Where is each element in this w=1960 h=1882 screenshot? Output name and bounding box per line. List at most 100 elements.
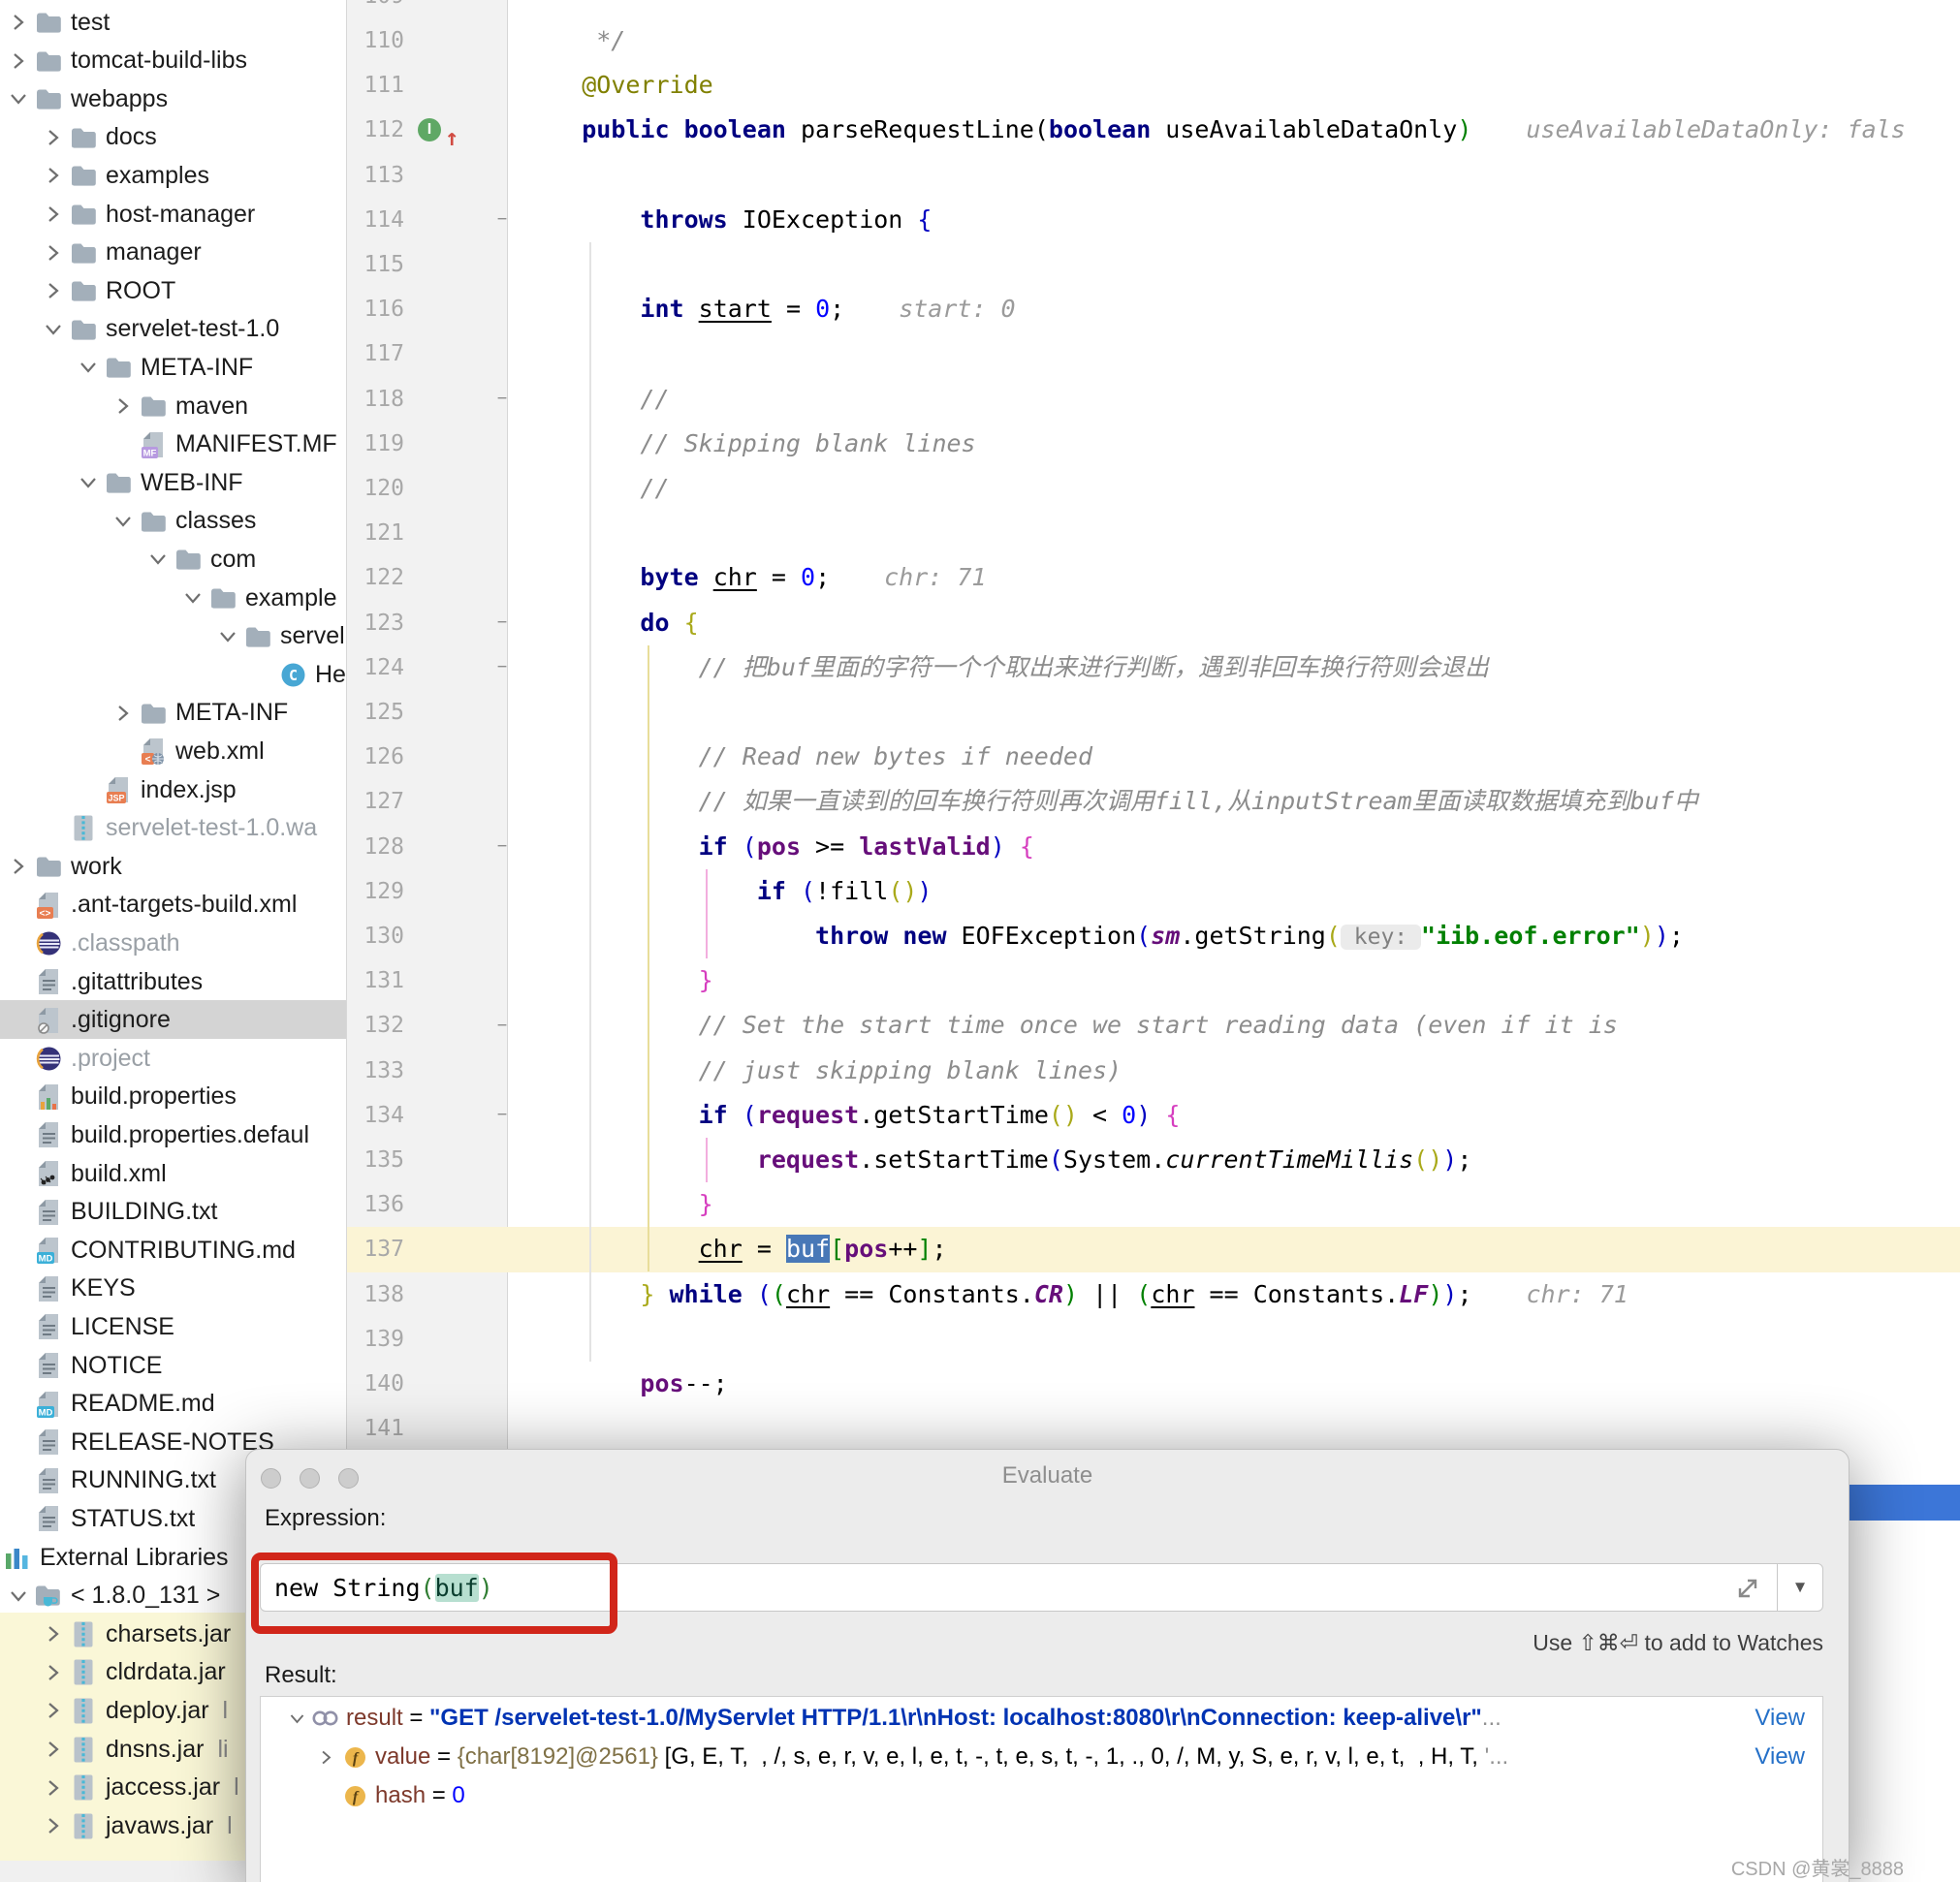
tree-chevron-icon[interactable] bbox=[4, 47, 33, 76]
tree-item-root[interactable]: ROOT bbox=[0, 271, 347, 310]
tree-item-.classpath[interactable]: .classpath bbox=[0, 924, 347, 962]
tree-chevron-icon[interactable] bbox=[74, 468, 103, 497]
code-line-134[interactable]: 134− if (request.getStartTime() < 0) { bbox=[346, 1093, 1960, 1138]
tree-item-license[interactable]: LICENSE bbox=[0, 1307, 347, 1346]
code-line-131[interactable]: 131 } bbox=[346, 958, 1960, 1003]
code-line-126[interactable]: 126 // Read new bytes if needed bbox=[346, 735, 1960, 779]
tree-chevron-icon[interactable] bbox=[39, 1619, 68, 1648]
code-line-130[interactable]: 130 throw new EOFException(sm.getString(… bbox=[346, 914, 1960, 958]
code-line-136[interactable]: 136 } bbox=[346, 1182, 1960, 1227]
code-line-120[interactable]: 120 // bbox=[346, 466, 1960, 511]
code-line-121[interactable]: 121 bbox=[346, 511, 1960, 555]
tree-chevron-icon[interactable] bbox=[39, 123, 68, 152]
code-line-114[interactable]: 114− throws IOException { bbox=[346, 198, 1960, 242]
expression-input[interactable]: new String(buf) ▼ bbox=[260, 1563, 1823, 1612]
tree-chevron-icon[interactable] bbox=[39, 161, 68, 190]
tree-item-web.xml[interactable]: <web.xml bbox=[0, 732, 347, 770]
tree-item-manager[interactable]: manager bbox=[0, 234, 347, 272]
tree-item-docs[interactable]: docs bbox=[0, 118, 347, 157]
tree-item-building.txt[interactable]: BUILDING.txt bbox=[0, 1193, 347, 1232]
code-line-129[interactable]: 129 if (!fill()) bbox=[346, 869, 1960, 914]
tree-chevron-icon[interactable] bbox=[39, 1658, 68, 1687]
tree-chevron-icon[interactable] bbox=[39, 200, 68, 229]
tree-item-.ant-targets-build.xml[interactable]: <>.ant-targets-build.xml bbox=[0, 886, 347, 925]
code-line-137[interactable]: 137 chr = buf[pos++]; bbox=[346, 1227, 1960, 1271]
fold-marker-icon[interactable]: − bbox=[491, 1014, 513, 1037]
result-tree[interactable]: result = "GET /servelet-test-1.0/MyServl… bbox=[260, 1696, 1823, 1882]
tree-item-.gitattributes[interactable]: .gitattributes bbox=[0, 962, 347, 1001]
code-line-138[interactable]: 138 } while ((chr == Constants.CR) || (c… bbox=[346, 1272, 1960, 1317]
tree-chevron-icon[interactable] bbox=[109, 507, 138, 536]
tree-chevron-icon[interactable] bbox=[143, 545, 173, 574]
fold-marker-icon[interactable]: − bbox=[491, 612, 513, 635]
tree-item-test[interactable]: test bbox=[0, 3, 347, 42]
tree-item-servelet-test-1.0[interactable]: servelet-test-1.0 bbox=[0, 310, 347, 349]
code-line-122[interactable]: 122 byte chr = 0;chr: 71 bbox=[346, 555, 1960, 600]
tree-item-work[interactable]: work bbox=[0, 847, 347, 886]
code-line-135[interactable]: 135 request.setStartTime(System.currentT… bbox=[346, 1138, 1960, 1182]
code-line-141[interactable]: 141 bbox=[346, 1406, 1960, 1451]
tree-item-examples[interactable]: examples bbox=[0, 156, 347, 195]
code-line-113[interactable]: 113 bbox=[346, 153, 1960, 198]
tree-item-servelet-test-1.0.wa[interactable]: servelet-test-1.0.wa bbox=[0, 809, 347, 848]
tree-chevron-icon[interactable] bbox=[4, 852, 33, 881]
tree-chevron-icon[interactable] bbox=[39, 1811, 68, 1840]
tree-chevron-icon[interactable] bbox=[4, 1582, 33, 1611]
tree-item-web-inf[interactable]: WEB-INF bbox=[0, 463, 347, 502]
code-line-116[interactable]: 116 int start = 0;start: 0 bbox=[346, 287, 1960, 331]
result-chevron-icon[interactable] bbox=[282, 1709, 311, 1728]
tree-item-keys[interactable]: KEYS bbox=[0, 1270, 347, 1308]
tree-chevron-icon[interactable] bbox=[39, 276, 68, 305]
tree-item-.project[interactable]: .project bbox=[0, 1039, 347, 1078]
tree-item-index.jsp[interactable]: JSPindex.jsp bbox=[0, 770, 347, 809]
tree-chevron-icon[interactable] bbox=[39, 1696, 68, 1725]
tree-chevron-icon[interactable] bbox=[4, 84, 33, 113]
fold-marker-icon[interactable]: − bbox=[491, 1104, 513, 1127]
code-line-119[interactable]: 119 // Skipping blank lines bbox=[346, 422, 1960, 466]
tree-item-meta-inf[interactable]: META-INF bbox=[0, 348, 347, 387]
fold-marker-icon[interactable] bbox=[491, 1059, 513, 1082]
tree-chevron-icon[interactable] bbox=[39, 315, 68, 344]
fold-marker-icon[interactable] bbox=[491, 790, 513, 813]
fold-marker-icon[interactable]: − bbox=[491, 388, 513, 411]
code-line-118[interactable]: 118− // bbox=[346, 377, 1960, 422]
code-line-109[interactable]: 109 * bbox=[346, 0, 1960, 18]
code-line-133[interactable]: 133 // just skipping blank lines) bbox=[346, 1049, 1960, 1093]
code-line-128[interactable]: 128− if (pos >= lastValid) { bbox=[346, 825, 1960, 869]
code-line-125[interactable]: 125 bbox=[346, 690, 1960, 735]
expand-expression-icon[interactable] bbox=[1735, 1574, 1762, 1601]
tree-item-example[interactable]: example bbox=[0, 579, 347, 617]
code-line-127[interactable]: 127 // 如果一直读到的回车换行符则再次调用fill,从inputStrea… bbox=[346, 779, 1960, 824]
tree-item-servel[interactable]: servel bbox=[0, 617, 347, 656]
result-row-value[interactable]: fvalue = {char[8192]@2561} [G, E, T, , /… bbox=[261, 1738, 1822, 1776]
tree-item-host-manager[interactable]: host-manager bbox=[0, 195, 347, 234]
result-row-hash[interactable]: fhash = 0 bbox=[261, 1776, 1822, 1815]
tree-chevron-icon[interactable] bbox=[213, 622, 242, 651]
code-line-123[interactable]: 123− do { bbox=[346, 601, 1960, 645]
tree-item-build.xml[interactable]: build.xml bbox=[0, 1154, 347, 1193]
code-line-139[interactable]: 139 bbox=[346, 1317, 1960, 1362]
fold-marker-icon[interactable] bbox=[491, 29, 513, 52]
code-line-115[interactable]: 115 bbox=[346, 242, 1960, 287]
code-line-112[interactable]: 112I↑ public boolean parseRequestLine(bo… bbox=[346, 108, 1960, 152]
fold-marker-icon[interactable]: − bbox=[491, 208, 513, 232]
fold-marker-icon[interactable]: − bbox=[491, 835, 513, 859]
code-line-117[interactable]: 117 bbox=[346, 331, 1960, 376]
tree-chevron-icon[interactable] bbox=[178, 583, 207, 612]
tree-item-tomcat-build-libs[interactable]: tomcat-build-libs bbox=[0, 42, 347, 80]
tree-item-contributing.md[interactable]: MDCONTRIBUTING.md bbox=[0, 1231, 347, 1270]
fold-marker-icon[interactable] bbox=[491, 1283, 513, 1306]
tree-item-webapps[interactable]: webapps bbox=[0, 79, 347, 118]
implementing-method-icon[interactable]: I bbox=[418, 118, 441, 141]
result-row-result[interactable]: result = "GET /servelet-test-1.0/MyServl… bbox=[261, 1699, 1822, 1738]
tree-chevron-icon[interactable] bbox=[39, 238, 68, 267]
tree-chevron-icon[interactable] bbox=[109, 392, 138, 421]
fold-marker-icon[interactable]: − bbox=[491, 656, 513, 679]
code-line-140[interactable]: 140 pos--; bbox=[346, 1362, 1960, 1406]
fold-marker-icon[interactable] bbox=[491, 969, 513, 992]
view-link[interactable]: View bbox=[1755, 1743, 1805, 1771]
tree-item-classes[interactable]: classes bbox=[0, 502, 347, 541]
tree-item-notice[interactable]: NOTICE bbox=[0, 1346, 347, 1385]
tree-chevron-icon[interactable] bbox=[39, 1735, 68, 1764]
code-line-110[interactable]: 110 */ bbox=[346, 18, 1960, 63]
